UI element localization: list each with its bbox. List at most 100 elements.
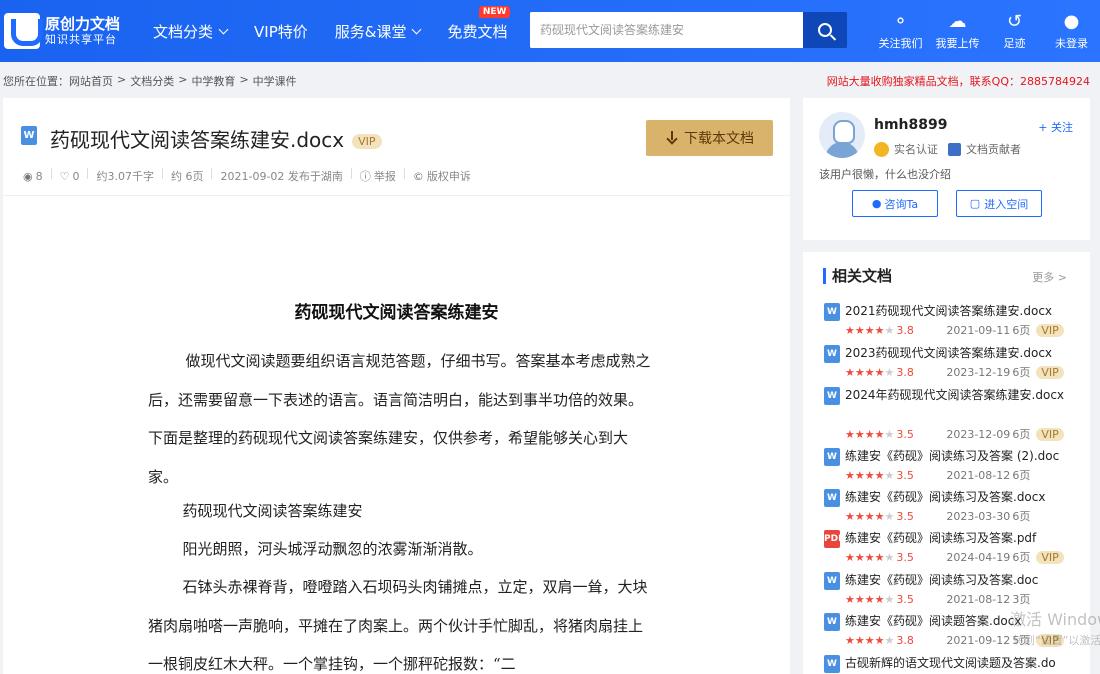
rating-stars: ★★★★★ xyxy=(845,592,895,606)
related-doc-date: 2021-09-11 xyxy=(946,323,1011,337)
word-file-icon: W xyxy=(824,303,840,321)
related-doc-name[interactable]: 练建安《药砚》阅读练习及答案.doc xyxy=(845,571,1075,590)
word-file-icon: W xyxy=(21,126,37,145)
enter-space-button[interactable]: ▢ 进入空间 xyxy=(956,190,1042,217)
rating-score: 3.5 xyxy=(896,550,914,564)
breadcrumb: 您所在位置： 网站首页 > 文档分类 > 中学教育 > 中学课件 xyxy=(3,73,297,89)
word-file-icon: W xyxy=(824,387,840,405)
uploader-signature: 该用户很懒，什么也没介绍 xyxy=(819,168,951,181)
rating-stars: ★★★★★ xyxy=(845,427,895,441)
header-actions: ⚬ 关注我们 ☁ 我要上传 ↺ 足迹 ● 未登录 xyxy=(872,0,1100,62)
follow-us-button[interactable]: ⚬ 关注我们 xyxy=(872,0,929,62)
download-button[interactable]: 下载本文档 xyxy=(646,120,773,156)
report-button[interactable]: ⓘ 举报 xyxy=(360,168,396,184)
consult-button[interactable]: ● 咨询Ta xyxy=(852,190,938,217)
copyright-button[interactable]: © 版权申诉 xyxy=(413,168,471,184)
vip-badge: VIP xyxy=(1036,550,1064,564)
vip-badge: VIP xyxy=(352,134,382,149)
purchase-notice[interactable]: 网站大量收购独家精品文档，联系QQ：2885784924 xyxy=(827,73,1090,89)
document-paragraph: 阳光朗照，河头城浮动飘忽的浓雾渐渐消散。 xyxy=(182,540,483,558)
nav-vip-sale[interactable]: VIP特价 xyxy=(254,21,308,42)
rating-stars: ★★★★★ xyxy=(845,323,895,337)
related-doc-name[interactable]: 古砚新辉的语文现代文阅读题及答案.do xyxy=(845,654,1075,673)
rating-score: 3.8 xyxy=(896,633,914,647)
related-doc-date: 2021-08-12 xyxy=(946,468,1011,482)
search-input[interactable] xyxy=(530,12,803,48)
chevron-down-icon xyxy=(218,24,229,34)
rating-stars: ★★★★★ xyxy=(845,509,895,523)
related-doc-name[interactable]: 2024年药砚现代文阅读答案练建安.docx xyxy=(845,386,1075,405)
uploader-name[interactable]: hmh8899 xyxy=(874,117,948,133)
related-doc-pages: 6页 xyxy=(1012,366,1031,379)
chevron-down-icon xyxy=(412,24,422,34)
chat-icon: ● xyxy=(871,197,882,210)
rating-stars: ★★★★★ xyxy=(845,365,895,379)
contributor-icon xyxy=(948,142,961,156)
rating-score: 3.5 xyxy=(896,427,914,441)
word-file-icon: W xyxy=(824,655,840,673)
windows-activation-watermark: 激活 Windows xyxy=(1010,610,1100,629)
breadcrumb-middle-school[interactable]: 中学教育 xyxy=(191,73,235,89)
search-button[interactable] xyxy=(803,12,847,48)
related-doc-pages: 6页 xyxy=(1012,324,1031,337)
word-file-icon: W xyxy=(824,572,840,590)
related-doc-pages: 6页 xyxy=(1012,510,1031,523)
nav-service-course[interactable]: 服务&课堂 xyxy=(335,21,422,42)
site-logo[interactable]: 原创力文档 知识共享平台 xyxy=(4,10,130,52)
rating-score: 3.8 xyxy=(896,323,914,337)
history-button[interactable]: ↺ 足迹 xyxy=(986,0,1043,62)
related-doc-meta: ★★★★★ 3.5 2023-03-30 6页 xyxy=(845,508,1034,524)
nav-free-docs[interactable]: 免费文档 NEW xyxy=(447,5,511,42)
rating-stars: ★★★★★ xyxy=(845,550,895,564)
related-doc-name[interactable]: 练建安《药砚》阅读练习及答案 (2).doc xyxy=(845,447,1075,466)
document-paragraph: 做现代文阅读题要组织语言规范答题，仔细书写。答案基本考虑成熟之后，还需要留意一下… xyxy=(148,352,651,486)
related-doc-name[interactable]: 练建安《药砚》阅读练习及答案.docx xyxy=(845,488,1075,507)
vip-badge: VIP xyxy=(1036,427,1064,441)
document-paragraph: 石钵头赤裸脊背，噔噔踏入石坝码头肉铺摊点，立定，双肩一耸，大块猪肉扇啪嗒一声脆响… xyxy=(148,578,648,673)
related-doc-pages: 6页 xyxy=(1012,551,1031,564)
related-doc-name[interactable]: 练建安《药砚》阅读练习及答案.pdf xyxy=(845,529,1075,548)
upload-cloud-icon: ☁ xyxy=(948,11,967,32)
related-doc-name[interactable]: 2021药砚现代文阅读答案练建安.docx xyxy=(845,302,1075,321)
document-meta: ◉ 8 ♡ 0 约3.07千字 约 6页 2021-09-02 发布于湖南 ⓘ 举报 … xyxy=(23,168,471,184)
rating-score: 3.5 xyxy=(896,509,914,523)
history-icon: ↺ xyxy=(1006,11,1023,32)
document-panel: W 药砚现代文阅读答案练建安.docx VIP 下载本文档 ◉ 8 ♡ 0 约3.07… xyxy=(3,98,790,674)
logo-mark-icon xyxy=(4,13,43,49)
search-icon xyxy=(818,23,832,37)
vip-badge: VIP xyxy=(1036,365,1064,379)
view-count: ◉ 8 xyxy=(23,169,43,183)
uploader-card: hmh8899 + 关注 实名认证 文档贡献者 该用户很懒，什么也没介绍 ● 咨询… xyxy=(803,98,1090,240)
like-button[interactable]: ♡ 0 xyxy=(60,168,80,184)
pdf-file-icon: PDF xyxy=(824,530,844,548)
breadcrumb-courseware[interactable]: 中学课件 xyxy=(253,73,297,89)
upload-button[interactable]: ☁ 我要上传 xyxy=(929,0,986,62)
word-file-icon: W xyxy=(824,345,840,363)
rating-score: 3.8 xyxy=(896,365,914,379)
main-nav: 文档分类 VIP特价 服务&课堂 免费文档 NEW xyxy=(153,0,534,62)
word-count: 约3.07千字 xyxy=(96,170,154,183)
login-button[interactable]: ● 未登录 xyxy=(1043,0,1100,62)
nav-doc-category[interactable]: 文档分类 xyxy=(153,21,229,42)
breadcrumb-home[interactable]: 网站首页 xyxy=(69,73,113,89)
related-doc-meta: ★★★★★ 3.5 2024-04-19 6页 VIP xyxy=(845,549,1064,565)
uploader-badges: 实名认证 文档贡献者 xyxy=(874,141,1021,157)
related-doc-meta: ★★★★★ 3.5 2021-08-12 6页 xyxy=(845,467,1034,483)
avatar[interactable] xyxy=(819,112,865,158)
follow-button[interactable]: + 关注 xyxy=(1038,119,1073,135)
breadcrumb-doc-category[interactable]: 文档分类 xyxy=(130,73,174,89)
copyright-icon: © xyxy=(412,169,424,183)
related-doc-date: 2023-03-30 xyxy=(946,509,1011,523)
related-doc-pages: 3页 xyxy=(1012,593,1031,606)
word-file-icon: W xyxy=(824,448,840,466)
related-doc-name[interactable]: 2023药砚现代文阅读答案练建安.docx xyxy=(845,344,1075,363)
related-doc-meta: ★★★★★ 3.8 2023-12-19 6页 VIP xyxy=(845,364,1064,380)
download-icon xyxy=(665,131,679,145)
rating-stars: ★★★★★ xyxy=(845,633,895,647)
more-link[interactable]: 更多 > xyxy=(1032,269,1067,285)
document-paragraph: 药砚现代文阅读答案练建安 xyxy=(182,502,363,520)
document-title: 药砚现代文阅读答案练建安.docx VIP xyxy=(50,124,382,153)
related-doc-meta: ★★★★★ 3.5 2021-08-12 3页 xyxy=(845,591,1034,607)
verified-icon xyxy=(874,141,889,157)
document-header: W 药砚现代文阅读答案练建安.docx VIP 下载本文档 ◉ 8 ♡ 0 约3.07… xyxy=(3,98,790,196)
